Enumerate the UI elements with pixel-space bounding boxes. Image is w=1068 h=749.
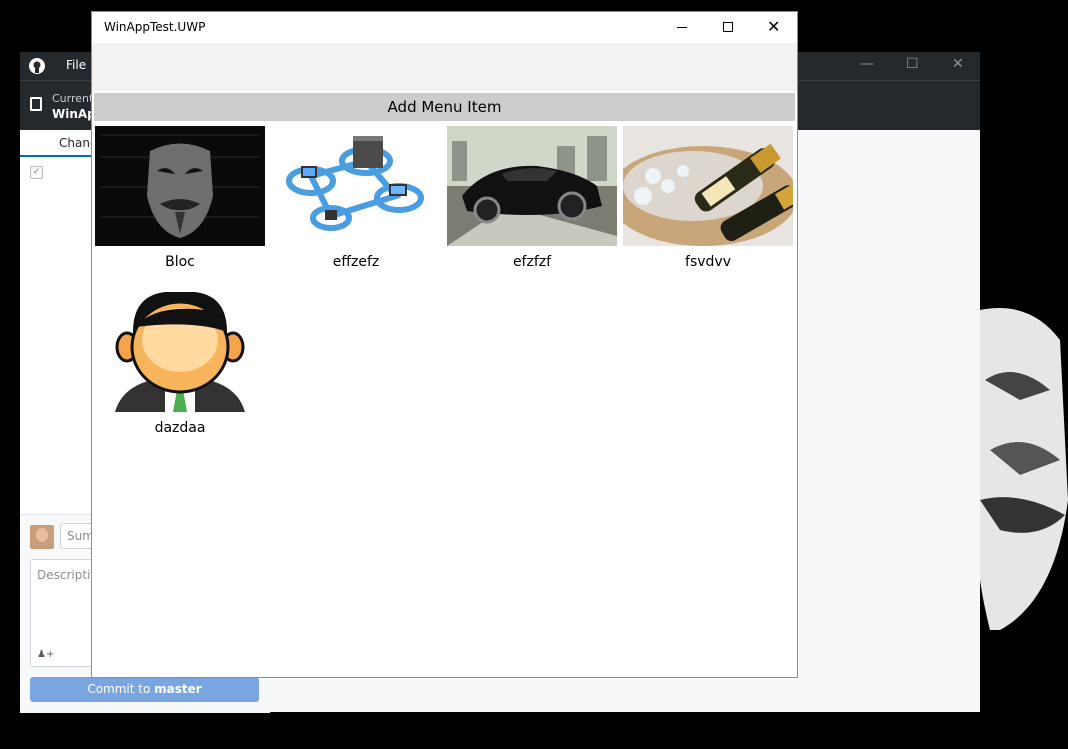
- item-image-anonymous-mask: [95, 126, 265, 246]
- list-item[interactable]: dazdaa: [95, 292, 265, 442]
- github-logo-icon: [29, 58, 45, 74]
- minimize-button[interactable]: [659, 12, 705, 43]
- minimize-icon: [677, 27, 687, 28]
- maximize-button[interactable]: [705, 12, 751, 43]
- menu-file[interactable]: File: [66, 58, 86, 72]
- list-item[interactable]: Bloc: [95, 126, 265, 276]
- list-item[interactable]: effzefz: [271, 126, 441, 276]
- command-bar: [92, 43, 797, 91]
- avatar: [30, 525, 54, 549]
- commit-button[interactable]: Commit to master: [30, 677, 259, 702]
- add-menu-item-button[interactable]: Add Menu Item: [94, 93, 795, 121]
- item-image-businessman-avatar: [95, 292, 265, 412]
- item-label: effzefz: [332, 254, 380, 270]
- maximize-icon: [723, 22, 733, 32]
- list-item[interactable]: fsvdvv: [623, 126, 793, 276]
- add-coauthor-icon[interactable]: ♟+: [37, 649, 54, 660]
- current-repo-label: Current: [52, 92, 94, 105]
- close-icon: ✕: [767, 17, 781, 36]
- github-close-button[interactable]: ✕: [952, 56, 964, 72]
- item-label: Bloc: [165, 254, 195, 270]
- item-image-network-diagram: [271, 126, 441, 246]
- close-button[interactable]: ✕: [751, 12, 797, 43]
- github-minimize-button[interactable]: —: [860, 56, 874, 72]
- commit-branch-name: master: [154, 682, 202, 696]
- item-label: dazdaa: [154, 420, 206, 436]
- uwp-titlebar: WinAppTest.UWP ✕: [92, 12, 797, 43]
- github-maximize-button[interactable]: ☐: [906, 56, 919, 72]
- window-title: WinAppTest.UWP: [104, 20, 206, 34]
- uwp-window: WinAppTest.UWP ✕ Add Menu Item Bloc effz…: [91, 11, 798, 678]
- description-placeholder: Descriptio: [37, 568, 98, 582]
- item-image-sports-car: [447, 126, 617, 246]
- item-label: efzfzf: [512, 254, 552, 270]
- commit-button-prefix: Commit to: [87, 682, 155, 696]
- repo-icon: [30, 97, 42, 111]
- item-label: fsvdvv: [685, 254, 731, 270]
- select-all-checkbox[interactable]: ✓: [30, 166, 43, 179]
- list-item[interactable]: efzfzf: [447, 126, 617, 276]
- item-image-champagne-bucket: [623, 126, 793, 246]
